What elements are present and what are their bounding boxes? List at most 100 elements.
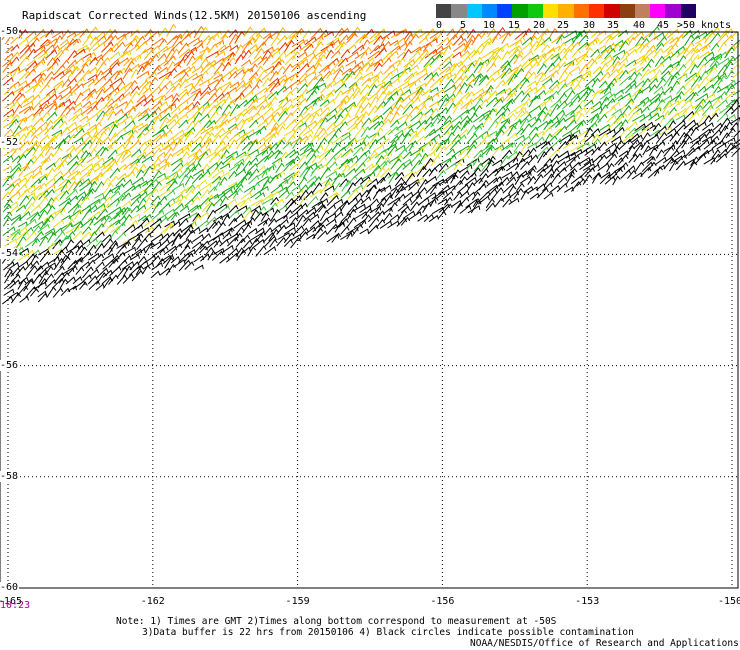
wind-barb	[394, 129, 404, 137]
wind-barb	[501, 149, 513, 160]
wind-barb	[156, 195, 168, 207]
wind-barb	[122, 114, 133, 122]
wind-barb	[59, 38, 70, 46]
wind-barb	[495, 88, 506, 96]
wind-barb	[410, 46, 422, 54]
wind-barb	[9, 177, 22, 187]
longitude-label: -159	[285, 596, 310, 607]
wind-barb	[472, 134, 484, 143]
wind-barb	[684, 62, 697, 73]
wind-barb	[481, 50, 495, 59]
wind-barb	[380, 172, 392, 184]
wind-barb	[360, 110, 369, 121]
wind-barb	[155, 124, 169, 135]
wind-barb	[613, 113, 625, 124]
wind-barb	[366, 178, 379, 187]
wind-barb	[715, 99, 728, 109]
wind-barb	[565, 109, 575, 117]
wind-barb	[157, 66, 169, 75]
wind-barb	[108, 61, 120, 72]
wind-barb	[326, 122, 336, 131]
wind-barb	[354, 197, 364, 207]
scale-label: 40	[632, 20, 646, 31]
wind-barb	[143, 182, 154, 193]
wind-barb	[473, 162, 484, 172]
wind-barb	[218, 204, 230, 214]
wind-barb	[611, 101, 621, 109]
wind-barb	[247, 129, 262, 138]
wind-barb	[535, 120, 549, 130]
wind-barb	[52, 146, 63, 158]
wind-barb	[291, 185, 301, 192]
wind-barb	[584, 99, 594, 107]
wind-barb	[617, 63, 627, 72]
wind-barb	[278, 178, 289, 187]
wind-barb	[564, 71, 573, 83]
longitude-label: -162	[140, 596, 165, 607]
wind-barb	[382, 106, 394, 116]
wind-barb	[352, 90, 362, 100]
wind-barb	[108, 242, 119, 255]
wind-barb	[514, 134, 525, 142]
wind-barb	[439, 56, 452, 67]
wind-barb	[1, 191, 11, 201]
wind-barb	[2, 204, 12, 213]
wind-barb	[89, 36, 99, 46]
wind-barb	[250, 190, 262, 199]
scale-swatch	[512, 4, 528, 18]
wind-barb	[288, 216, 299, 227]
wind-barb	[284, 54, 296, 66]
wind-barb	[558, 176, 568, 185]
wind-barb	[53, 70, 65, 80]
scale-swatch	[619, 4, 635, 18]
wind-barb	[228, 170, 238, 180]
note-line-1: Note: 1) Times are GMT 2)Times along bot…	[116, 616, 557, 627]
wind-barb	[15, 265, 26, 276]
wind-barb	[703, 55, 716, 67]
wind-barb	[537, 150, 548, 164]
wind-barb	[732, 90, 740, 96]
wind-barb	[256, 155, 270, 166]
wind-barb	[65, 188, 78, 200]
chart-title: Rapidscat Corrected Winds(12.5KM) 201501…	[22, 9, 367, 22]
wind-barb	[429, 92, 440, 101]
wind-barb	[32, 273, 43, 285]
wind-barb	[450, 174, 459, 184]
wind-barb	[327, 133, 338, 144]
wind-barb	[219, 118, 230, 129]
scale-label: 10	[482, 20, 496, 31]
wind-barb	[604, 135, 617, 144]
wind-barb	[115, 177, 126, 187]
wind-barb	[401, 48, 412, 60]
wind-barb	[131, 183, 142, 192]
wind-barb	[144, 126, 155, 136]
wind-barb	[213, 62, 226, 75]
wind-barb	[39, 235, 49, 247]
wind-barb	[465, 34, 476, 46]
wind-barb	[38, 209, 48, 220]
wind-barb	[122, 246, 137, 255]
scale-label: 35	[606, 20, 620, 31]
longitude-label: -150	[717, 596, 740, 607]
wind-barb	[130, 198, 140, 207]
wind-barb	[401, 95, 411, 103]
wind-barb	[632, 144, 644, 157]
wind-barb	[102, 238, 114, 249]
wind-barb	[404, 33, 414, 44]
wind-barb	[675, 107, 688, 117]
wind-barb	[660, 55, 672, 65]
wind-barb	[32, 106, 44, 117]
wind-barb	[234, 54, 244, 65]
wind-barb	[82, 100, 92, 109]
wind-barb	[108, 139, 119, 151]
wind-barb	[590, 128, 601, 136]
wind-barb	[485, 202, 496, 212]
wind-barb	[113, 41, 126, 53]
wind-barb	[571, 48, 581, 58]
wind-barb	[166, 118, 177, 128]
wind-barb	[2, 165, 13, 172]
wind-barb	[143, 262, 154, 269]
wind-barb	[68, 147, 77, 157]
wind-barb	[250, 205, 262, 213]
wind-barb	[289, 163, 299, 171]
